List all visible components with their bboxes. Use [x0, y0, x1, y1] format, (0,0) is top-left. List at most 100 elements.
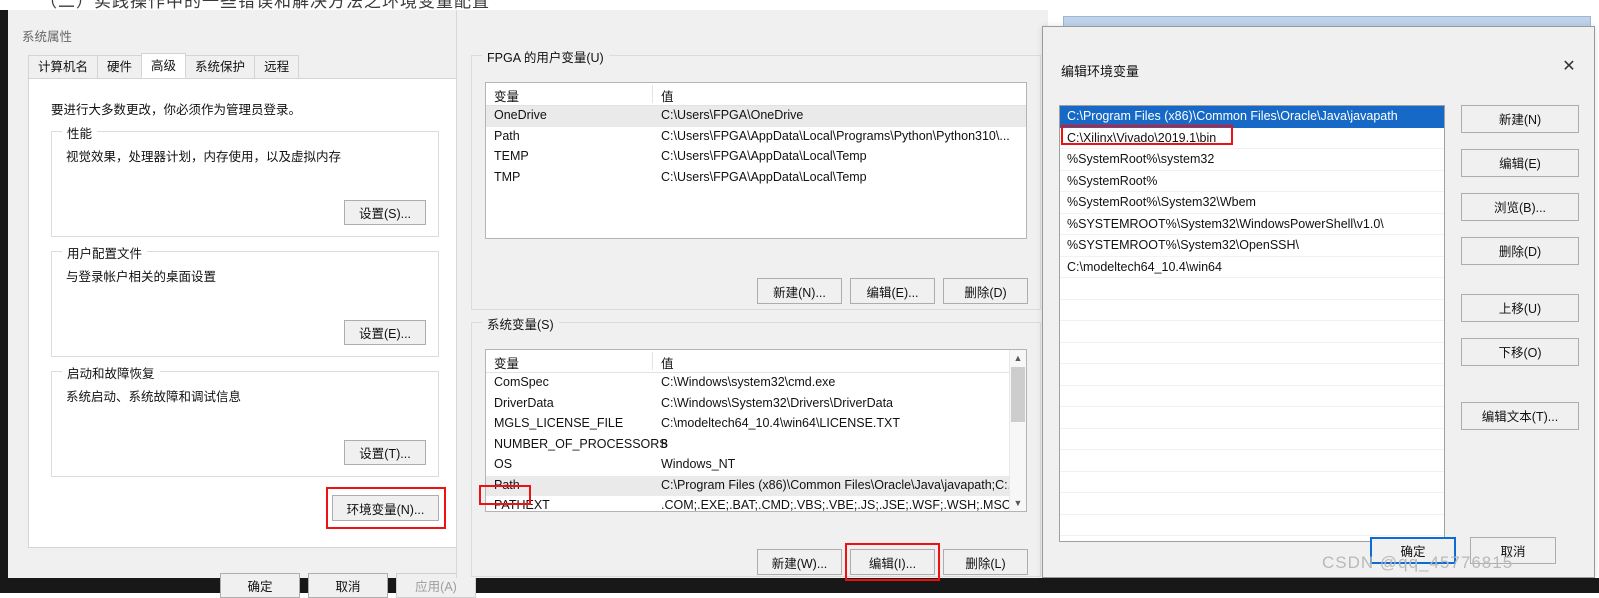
list-item-empty[interactable] — [1060, 429, 1444, 450]
list-item[interactable]: %SYSTEMROOT%\System32\WindowsPowerShell\… — [1060, 214, 1444, 235]
path-edit-text-button[interactable]: 编辑文本(T)... — [1461, 402, 1579, 430]
system-properties-title: 系统属性 — [22, 30, 73, 44]
list-item-empty[interactable] — [1060, 321, 1444, 343]
system-delete-button[interactable]: 删除(L) — [943, 549, 1028, 575]
list-item-empty[interactable] — [1060, 450, 1444, 472]
list-item-empty[interactable] — [1060, 493, 1444, 515]
system-row-value: C:\Windows\System32\Drivers\DriverData — [661, 395, 893, 410]
user-new-button[interactable]: 新建(N)... — [757, 278, 842, 304]
list-item[interactable]: %SystemRoot%\system32 — [1060, 149, 1444, 171]
sysprops-cancel-button[interactable]: 取消 — [308, 573, 388, 598]
tab-remote[interactable]: 远程 — [254, 55, 300, 78]
system-row-value: C:\Program Files (x86)\Common Files\Orac… — [661, 477, 1019, 492]
list-item-empty[interactable] — [1060, 472, 1444, 493]
system-col-variable[interactable]: 变量 — [494, 353, 519, 372]
performance-settings-button[interactable]: 设置(S)... — [344, 200, 426, 225]
path-edit-button[interactable]: 编辑(E) — [1461, 149, 1579, 177]
environment-variables-window: FPGA 的用户变量(U) 变量 值 OneDrive C:\Users\FPG… — [456, 10, 1048, 581]
user-delete-button[interactable]: 删除(D) — [943, 278, 1028, 304]
table-row[interactable]: TEMP C:\Users\FPGA\AppData\Local\Temp — [486, 147, 1026, 168]
sysprops-ok-button[interactable]: 确定 — [220, 573, 300, 598]
system-col-divider[interactable] — [652, 352, 653, 370]
list-item-empty[interactable] — [1060, 278, 1444, 300]
table-row[interactable]: TMP C:\Users\FPGA\AppData\Local\Temp — [486, 168, 1026, 189]
system-col-value[interactable]: 值 — [661, 353, 674, 372]
user-profile-settings-button[interactable]: 设置(E)... — [344, 320, 426, 345]
user-col-value[interactable]: 值 — [661, 86, 674, 105]
startup-recovery-group-legend: 启动和故障恢复 — [62, 363, 160, 382]
page-left-dark-band — [0, 10, 8, 578]
environment-variables-button[interactable]: 环境变量(N)... — [332, 495, 439, 521]
path-move-up-button[interactable]: 上移(U) — [1461, 294, 1579, 322]
system-row-name: MGLS_LICENSE_FILE — [494, 416, 624, 430]
system-row-name: PATHEXT — [494, 498, 550, 512]
performance-group: 性能 视觉效果，处理器计划，内存使用，以及虚拟内存 设置(S)... — [51, 123, 439, 237]
system-row-value: .COM;.EXE;.BAT;.CMD;.VBS;.VBE;.JS;.JSE;.… — [661, 498, 1011, 512]
user-profile-group-desc: 与登录帐户相关的桌面设置 — [66, 270, 217, 284]
list-item[interactable]: %SystemRoot% — [1060, 171, 1444, 192]
list-item[interactable]: C:\Xilinx\Vivado\2019.1\bin — [1060, 128, 1444, 149]
list-item-empty[interactable] — [1060, 343, 1444, 364]
user-row-value: C:\Users\FPGA\AppData\Local\Temp — [661, 169, 867, 184]
list-item-empty[interactable] — [1060, 300, 1444, 321]
system-row-value: Windows_NT — [661, 457, 736, 471]
system-properties-window: 系统属性 计算机名 硬件 高级 系统保护 远程 要进行大多数更改，你必须作为管理… — [8, 10, 476, 598]
list-item-empty[interactable] — [1060, 386, 1444, 407]
path-move-down-button[interactable]: 下移(O) — [1461, 338, 1579, 366]
user-variables-list-header: 变量 值 — [486, 83, 1026, 106]
tab-computer-name[interactable]: 计算机名 — [28, 55, 99, 78]
table-row[interactable]: PATHEXT .COM;.EXE;.BAT;.CMD;.VBS;.VBE;.J… — [486, 496, 1026, 512]
list-item[interactable]: C:\modeltech64_10.4\win64 — [1060, 257, 1444, 278]
startup-recovery-settings-button[interactable]: 设置(T)... — [344, 440, 426, 465]
path-delete-button[interactable]: 删除(D) — [1461, 237, 1579, 265]
tab-system-protection[interactable]: 系统保护 — [185, 55, 256, 78]
path-entries-list[interactable]: C:\Program Files (x86)\Common Files\Orac… — [1059, 105, 1445, 542]
scrollbar-thumb[interactable] — [1011, 367, 1025, 422]
list-item[interactable]: C:\Program Files (x86)\Common Files\Orac… — [1060, 106, 1444, 128]
table-row[interactable]: OS Windows_NT — [486, 455, 1026, 476]
tab-hardware[interactable]: 硬件 — [97, 55, 143, 78]
cutoff-header-text: （二）实践操作中的一些错误和解决方法之环境变量配置 — [40, 0, 490, 10]
system-new-button[interactable]: 新建(W)... — [757, 549, 842, 575]
list-item-empty[interactable] — [1060, 364, 1444, 386]
system-row-name: Path — [494, 477, 520, 492]
list-item[interactable]: %SYSTEMROOT%\System32\OpenSSH\ — [1060, 235, 1444, 257]
list-item[interactable]: %SystemRoot%\System32\Wbem — [1060, 192, 1444, 214]
edit-environment-variable-dialog: 编辑环境变量 ✕ C:\Program Files (x86)\Common F… — [1042, 26, 1595, 578]
table-row[interactable]: Path C:\Program Files (x86)\Common Files… — [486, 475, 1026, 496]
advanced-tab-pane: 要进行大多数更改，你必须作为管理员登录。 性能 视觉效果，处理器计划，内存使用，… — [28, 78, 458, 548]
system-edit-button[interactable]: 编辑(I)... — [850, 549, 935, 575]
list-item-empty[interactable] — [1060, 515, 1444, 536]
system-variables-scrollbar[interactable]: ▲ ▼ — [1009, 350, 1026, 511]
user-col-divider[interactable] — [652, 85, 653, 103]
system-variables-list[interactable]: 变量 值 ComSpec C:\Windows\system32\cmd.exe… — [485, 349, 1027, 512]
user-edit-button[interactable]: 编辑(E)... — [850, 278, 935, 304]
user-row-name: Path — [494, 128, 520, 143]
system-row-value: C:\modeltech64_10.4\win64\LICENSE.TXT — [661, 416, 901, 430]
performance-group-legend: 性能 — [62, 123, 98, 142]
system-row-name: DriverData — [494, 395, 554, 410]
user-col-variable[interactable]: 变量 — [494, 86, 519, 105]
list-item-empty[interactable] — [1060, 407, 1444, 429]
startup-recovery-group-desc: 系统启动、系统故障和调试信息 — [66, 390, 242, 404]
system-row-name: ComSpec — [494, 375, 549, 389]
table-row[interactable]: MGLS_LICENSE_FILE C:\modeltech64_10.4\wi… — [486, 414, 1026, 435]
path-new-button[interactable]: 新建(N) — [1461, 105, 1579, 133]
user-row-value: C:\Users\FPGA\AppData\Local\Temp — [661, 149, 867, 163]
user-profile-group-legend: 用户配置文件 — [62, 243, 148, 262]
table-row[interactable]: DriverData C:\Windows\System32\Drivers\D… — [486, 394, 1026, 415]
table-row[interactable]: OneDrive C:\Users\FPGA\OneDrive — [486, 106, 1026, 127]
table-row[interactable]: ComSpec C:\Windows\system32\cmd.exe — [486, 373, 1026, 394]
system-row-name: NUMBER_OF_PROCESSORS — [494, 436, 668, 451]
user-row-name: TEMP — [494, 149, 529, 163]
system-variables-list-header: 变量 值 — [486, 350, 1026, 373]
table-row[interactable]: Path C:\Users\FPGA\AppData\Local\Program… — [486, 127, 1026, 148]
scroll-up-icon[interactable]: ▲ — [1010, 350, 1026, 366]
path-browse-button[interactable]: 浏览(B)... — [1461, 193, 1579, 221]
user-variables-list[interactable]: 变量 值 OneDrive C:\Users\FPGA\OneDrive Pat… — [485, 82, 1027, 239]
user-variables-legend: FPGA 的用户变量(U) — [482, 47, 609, 66]
table-row[interactable]: NUMBER_OF_PROCESSORS 8 — [486, 435, 1026, 456]
tab-advanced[interactable]: 高级 — [141, 53, 187, 78]
close-icon[interactable]: ✕ — [1552, 55, 1586, 79]
scroll-down-icon[interactable]: ▼ — [1010, 495, 1026, 511]
